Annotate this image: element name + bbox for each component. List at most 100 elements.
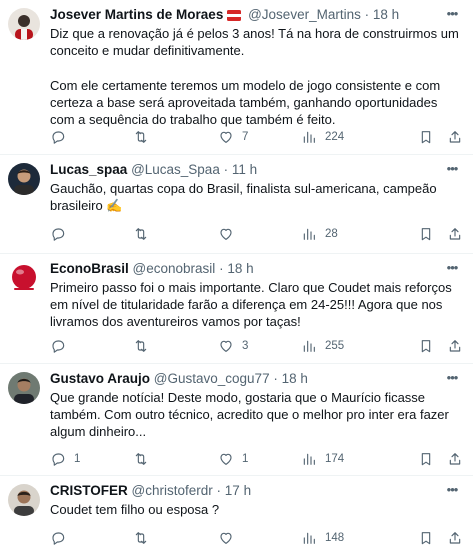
like-button[interactable]: 7	[218, 127, 248, 147]
author-handle[interactable]: @christoferdr	[132, 483, 213, 498]
separator-dot: ·	[223, 162, 229, 177]
share-button[interactable]	[447, 127, 463, 147]
tweet-actions: 28	[50, 224, 465, 244]
view-count: 224	[325, 131, 345, 143]
reply-button[interactable]	[50, 336, 74, 356]
heart-icon	[220, 131, 232, 143]
bookmark-button[interactable]	[418, 224, 434, 244]
author-name[interactable]: CRISTOFER	[50, 483, 128, 498]
author-name[interactable]: Gustavo Araujo	[50, 371, 150, 386]
share-button[interactable]	[447, 336, 463, 356]
author-handle[interactable]: @Lucas_Spaa	[131, 162, 220, 177]
tweet-header: EconoBrasil @econobrasil · 18 h	[50, 260, 463, 278]
author-name[interactable]: EconoBrasil	[50, 261, 129, 276]
timestamp[interactable]: 18 h	[373, 7, 399, 22]
share-icon	[449, 131, 461, 143]
more-horizontal-icon[interactable]: •••	[441, 258, 463, 278]
reply-icon	[52, 340, 65, 353]
reply-tweet[interactable]: Lucas_spaa @Lucas_Spaa · 11 h ••• Gauchã…	[0, 155, 473, 254]
bookmark-button[interactable]	[418, 449, 434, 469]
retweet-button[interactable]	[133, 528, 157, 548]
reply-button[interactable]	[50, 127, 74, 147]
reply-icon	[52, 228, 65, 241]
reply-button[interactable]: 1	[50, 449, 80, 469]
reply-icon	[52, 131, 65, 144]
timestamp[interactable]: 18 h	[227, 261, 253, 276]
separator-dot: ·	[216, 483, 222, 498]
view-count: 148	[325, 532, 345, 544]
author-name[interactable]: Josever Martins de Moraes	[50, 7, 223, 22]
author-handle[interactable]: @Gustavo_cogu77	[154, 371, 270, 386]
tweet-header: Josever Martins de Moraes @Josever_Marti…	[50, 6, 463, 24]
like-button[interactable]: 3	[218, 336, 248, 356]
reply-tweet[interactable]: Josever Martins de Moraes @Josever_Marti…	[0, 0, 473, 155]
more-horizontal-icon[interactable]: •••	[441, 480, 463, 500]
separator-dot: ·	[273, 371, 278, 386]
avatar[interactable]	[8, 484, 40, 516]
author-handle[interactable]: @econobrasil	[133, 261, 216, 276]
tweet-text: Primeiro passo foi o mais importante. Cl…	[50, 280, 456, 330]
reply-feed: Josever Martins de Moraes @Josever_Marti…	[0, 0, 473, 560]
tweet-actions: 148	[50, 528, 465, 548]
flag-icon	[227, 10, 242, 21]
reply-button[interactable]	[50, 528, 74, 548]
heart-icon	[220, 532, 232, 544]
like-button[interactable]	[218, 528, 242, 548]
retweet-button[interactable]	[133, 336, 157, 356]
timestamp[interactable]: 17 h	[225, 483, 251, 498]
reply-icon	[52, 532, 65, 545]
like-count: 3	[242, 340, 249, 352]
bookmark-button[interactable]	[418, 528, 434, 548]
retweet-button[interactable]	[133, 449, 157, 469]
retweet-icon	[135, 228, 147, 240]
tweet-text: Coudet tem filho ou esposa ?	[50, 502, 220, 517]
separator-dot: ·	[364, 7, 370, 22]
bookmark-button[interactable]	[418, 336, 434, 356]
bookmark-button[interactable]	[418, 127, 434, 147]
avatar[interactable]	[8, 163, 40, 195]
view-count: 255	[325, 340, 345, 352]
views-button[interactable]: 148	[301, 528, 344, 548]
more-horizontal-icon[interactable]: •••	[441, 4, 463, 24]
timestamp[interactable]: 11 h	[232, 162, 257, 177]
avatar[interactable]	[8, 262, 40, 294]
share-icon	[449, 228, 461, 240]
tweet-actions: 1 1 174	[50, 449, 465, 469]
timestamp[interactable]: 18 h	[282, 371, 308, 386]
like-button[interactable]	[218, 224, 242, 244]
reply-tweet[interactable]: EconoBrasil @econobrasil · 18 h ••• Prim…	[0, 254, 473, 364]
tweet-header: Lucas_spaa @Lucas_Spaa · 11 h	[50, 161, 463, 179]
views-button[interactable]: 255	[301, 336, 344, 356]
tweet-header: Gustavo Araujo @Gustavo_cogu77 · 18 h	[50, 370, 463, 388]
heart-icon	[220, 228, 232, 240]
views-chart-icon	[303, 228, 315, 240]
views-button[interactable]: 174	[301, 449, 344, 469]
author-name[interactable]: Lucas_spaa	[50, 162, 127, 177]
more-horizontal-icon[interactable]: •••	[441, 368, 463, 388]
more-horizontal-icon[interactable]: •••	[441, 159, 463, 179]
retweet-icon	[135, 532, 147, 544]
share-button[interactable]	[447, 224, 463, 244]
reply-tweet[interactable]: CRISTOFER @christoferdr · 17 h ••• Coude…	[0, 476, 473, 560]
views-button[interactable]: 224	[301, 127, 344, 147]
heart-icon	[220, 340, 232, 352]
reply-button[interactable]	[50, 224, 74, 244]
like-button[interactable]: 1	[218, 449, 248, 469]
avatar[interactable]	[8, 372, 40, 404]
bookmark-icon	[421, 131, 431, 144]
share-button[interactable]	[447, 528, 463, 548]
bookmark-icon	[421, 453, 431, 466]
retweet-button[interactable]	[133, 127, 157, 147]
views-chart-icon	[303, 131, 315, 143]
share-button[interactable]	[447, 449, 463, 469]
tweet-text: Diz que a renovação já é pelos 3 anos! T…	[50, 26, 459, 128]
tweet-actions: 7 224	[50, 127, 465, 147]
retweet-button[interactable]	[133, 224, 157, 244]
views-chart-icon	[303, 340, 315, 352]
avatar[interactable]	[8, 8, 40, 40]
views-button[interactable]: 28	[301, 224, 338, 244]
heart-icon	[220, 453, 232, 465]
retweet-icon	[135, 340, 147, 352]
reply-tweet[interactable]: Gustavo Araujo @Gustavo_cogu77 · 18 h ••…	[0, 364, 473, 476]
author-handle[interactable]: @Josever_Martins	[248, 7, 361, 22]
